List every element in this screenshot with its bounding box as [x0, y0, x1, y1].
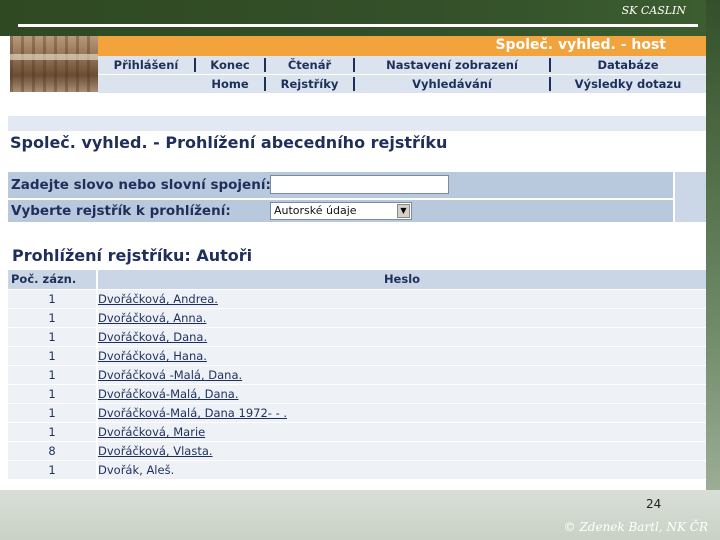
nav-indexes[interactable]: Rejstříky: [267, 75, 352, 93]
index-select[interactable]: Autorské údaje ▼: [270, 202, 412, 220]
nav-separator: [353, 58, 355, 72]
banner: Společ. vyhled. - host: [98, 36, 706, 56]
heading-link[interactable]: Dvořáčková, Hana.: [98, 349, 207, 363]
heading-cell: Dvořáčková, Hana.: [98, 347, 706, 365]
heading-cell: Dvořáčková, Vlasta.: [98, 442, 706, 460]
record-count: 1: [8, 423, 96, 441]
heading-cell: Dvořáčková-Malá, Dana.: [98, 385, 706, 403]
record-count: 1: [8, 328, 96, 346]
form-divider: [8, 198, 673, 200]
page-number: 24: [646, 497, 662, 511]
nav-separator: [194, 58, 196, 72]
slide-left-margin: [0, 36, 8, 490]
record-count: 1: [8, 309, 96, 327]
slide-header-band: [0, 0, 720, 36]
nav-separator: [264, 77, 266, 91]
heading-cell: Dvořáčková, Anna.: [98, 309, 706, 327]
table-row: 1 Dvořáčková, Dana.: [8, 328, 706, 346]
heading-cell: Dvořák, Aleš.: [98, 461, 706, 479]
table-row: 1 Dvořáčková, Marie: [8, 423, 706, 441]
heading-link[interactable]: Dvořáčková -Malá, Dana.: [98, 368, 242, 382]
slide-right-band: [706, 0, 720, 540]
record-count: 1: [8, 366, 96, 384]
results-title: Prohlížení rejstříku: Autoři: [12, 246, 253, 265]
page-title: Společ. vyhled. - Prohlížení abecedního …: [10, 133, 448, 152]
nav-search[interactable]: Vyhledávání: [356, 75, 548, 93]
banner-title: Společ. vyhled. - host: [495, 37, 666, 53]
heading-cell: Dvořáčková, Andrea.: [98, 290, 706, 308]
word-label: Zadejte slovo nebo slovní spojení:: [11, 177, 271, 193]
heading-link[interactable]: Dvořáčková, Vlasta.: [98, 444, 213, 458]
table-row: 1 Dvořáčková-Malá, Dana.: [8, 385, 706, 403]
record-count: 1: [8, 461, 96, 479]
opac-window: Společ. vyhled. - host Přihlášení Konec …: [8, 36, 706, 490]
table-row: 1 Dvořáčková, Hana.: [8, 347, 706, 365]
table-row: 1 Dvořáčková, Anna.: [8, 309, 706, 327]
index-select-value: Autorské údaje: [274, 204, 357, 217]
nav-databases[interactable]: Databáze: [552, 56, 704, 74]
heading-link[interactable]: Dvořáčková-Malá, Dana.: [98, 387, 239, 401]
column-header-heading[interactable]: Heslo: [98, 270, 706, 289]
heading-cell: Dvořáčková, Marie: [98, 423, 706, 441]
table-row: 1 Dvořáčková-Malá, Dana 1972- - .: [8, 404, 706, 422]
nav-separator: [549, 77, 551, 91]
column-header-count[interactable]: Poč. zázn.: [8, 270, 96, 289]
record-count: 8: [8, 442, 96, 460]
nav-row-1: Přihlášení Konec Čtenář Nastavení zobraz…: [98, 56, 706, 75]
heading-link[interactable]: Dvořáčková, Anna.: [98, 311, 206, 325]
nav-display-settings[interactable]: Nastavení zobrazení: [356, 56, 548, 74]
nav-query-results[interactable]: Výsledky dotazu: [552, 75, 704, 93]
heading-cell: Dvořáčková, Dana.: [98, 328, 706, 346]
nav-row-2: Home Rejstříky Vyhledávání Výsledky dota…: [98, 75, 706, 93]
library-photo: [10, 36, 98, 92]
nav-end[interactable]: Konec: [197, 56, 263, 74]
chevron-down-icon[interactable]: ▼: [397, 204, 410, 218]
heading-text[interactable]: Dvořák, Aleš.: [98, 463, 174, 477]
copyright-note: © Zdenek Bartl, NK ČR: [563, 520, 708, 534]
section-divider-bar: [8, 116, 706, 131]
heading-link[interactable]: Dvořáčková, Andrea.: [98, 292, 218, 306]
nav-separator: [549, 58, 551, 72]
table-row: 1 Dvořák, Aleš.: [8, 461, 706, 479]
nav-home[interactable]: Home: [197, 75, 263, 93]
nav-separator: [264, 58, 266, 72]
heading-link[interactable]: Dvořáčková-Malá, Dana 1972- - .: [98, 406, 287, 420]
header-rule: [18, 24, 698, 27]
brand-label: SK CASLIN: [621, 4, 686, 17]
heading-link[interactable]: Dvořáčková, Marie: [98, 425, 205, 439]
nav-separator: [353, 77, 355, 91]
heading-cell: Dvořáčková-Malá, Dana 1972- - .: [98, 404, 706, 422]
nav-reader[interactable]: Čtenář: [267, 56, 352, 74]
record-count: 1: [8, 347, 96, 365]
table-row: 1 Dvořáčková -Malá, Dana.: [8, 366, 706, 384]
table-row: 8 Dvořáčková, Vlasta.: [8, 442, 706, 460]
browse-form-side: [675, 172, 706, 222]
word-input[interactable]: [270, 175, 449, 194]
heading-cell: Dvořáčková -Malá, Dana.: [98, 366, 706, 384]
record-count: 1: [8, 404, 96, 422]
table-row: 1 Dvořáčková, Andrea.: [8, 290, 706, 308]
heading-link[interactable]: Dvořáčková, Dana.: [98, 330, 207, 344]
record-count: 1: [8, 290, 96, 308]
index-label: Vyberte rejstřík k prohlížení:: [11, 203, 231, 219]
nav-login[interactable]: Přihlášení: [100, 56, 192, 74]
record-count: 1: [8, 385, 96, 403]
